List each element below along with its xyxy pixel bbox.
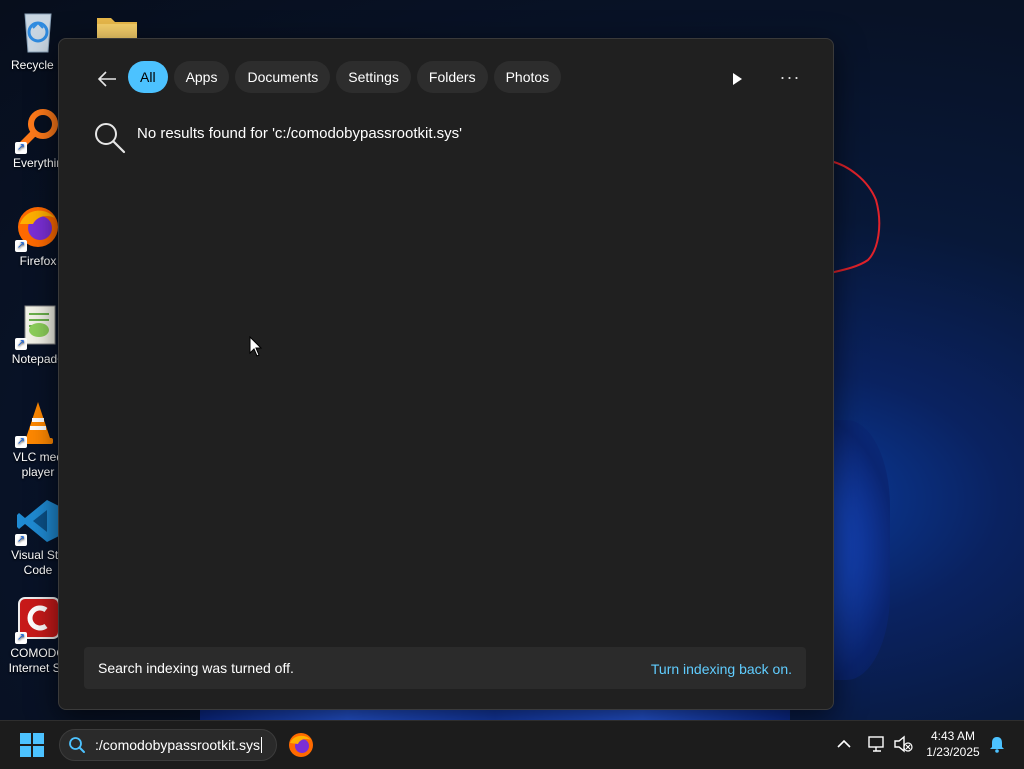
comodo-icon: ↗ [15, 596, 61, 644]
red-annotation-drawing [829, 160, 881, 274]
shortcut-arrow-icon: ↗ [15, 142, 27, 154]
vscode-icon: ↗ [15, 498, 61, 546]
shortcut-arrow-icon: ↗ [15, 338, 27, 350]
filter-tab-all[interactable]: All [128, 61, 168, 93]
vlc-cone-icon: ↗ [15, 400, 61, 448]
text-caret [260, 737, 262, 753]
volume-muted-icon[interactable] [893, 735, 913, 753]
filter-tab-apps[interactable]: Apps [173, 61, 230, 93]
firefox-icon [289, 733, 313, 757]
search-icon [69, 737, 85, 753]
taskbar-firefox-button[interactable] [288, 732, 314, 758]
clock-date: 1/23/2025 [926, 745, 980, 759]
search-filter-tabs: All Apps Documents Settings Folders Phot… [128, 61, 562, 93]
more-options-button[interactable]: ··· [775, 67, 805, 89]
shortcut-arrow-icon: ↗ [15, 534, 27, 546]
turn-indexing-on-link[interactable]: Turn indexing back on. [651, 661, 792, 677]
folder-icon[interactable] [95, 12, 139, 40]
taskbar-search-input[interactable]: :/comodobypassrootkit.sys [95, 737, 262, 753]
everything-search-icon: ↗ [15, 106, 61, 154]
ellipsis-icon: ··· [779, 67, 801, 87]
network-icon[interactable] [867, 735, 887, 753]
firefox-icon: ↗ [15, 204, 61, 252]
notification-bell-icon[interactable] [988, 735, 1006, 753]
search-panel: All Apps Documents Settings Folders Phot… [58, 38, 834, 710]
play-button[interactable] [727, 69, 747, 89]
no-results-message: No results found for 'c:/comodobypassroo… [137, 125, 463, 142]
clock-time: 4:43 AM [930, 729, 976, 743]
filter-tab-documents[interactable]: Documents [235, 61, 331, 93]
start-button[interactable] [20, 733, 44, 757]
play-icon [733, 73, 742, 85]
shortcut-arrow-icon: ↗ [15, 436, 27, 448]
mouse-pointer-icon [249, 336, 263, 357]
windows-logo-icon [20, 733, 44, 757]
search-icon [95, 123, 126, 154]
shortcut-arrow-icon: ↗ [15, 632, 27, 644]
search-query-text: :/comodobypassrootkit.sys [95, 737, 260, 753]
taskbar-search-box[interactable]: :/comodobypassrootkit.sys [59, 729, 277, 761]
filter-tab-settings[interactable]: Settings [336, 61, 411, 93]
back-button[interactable] [93, 65, 121, 93]
system-clock[interactable]: 4:43 AM 1/23/2025 [918, 728, 988, 760]
taskbar: :/comodobypassrootkit.sys 4:43 AM 1/23/2… [0, 720, 1024, 769]
indexing-message: Search indexing was turned off. [98, 660, 294, 676]
shortcut-arrow-icon: ↗ [15, 240, 27, 252]
recycle-bin-icon [15, 8, 61, 54]
filter-tab-photos[interactable]: Photos [493, 61, 562, 93]
arrow-left-icon [97, 71, 116, 87]
chevron-up-icon[interactable] [836, 735, 852, 753]
notepad-plus-plus-icon: ↗ [15, 302, 61, 350]
filter-tab-folders[interactable]: Folders [416, 61, 488, 93]
indexing-notice-bar: Search indexing was turned off. Turn ind… [84, 647, 806, 689]
